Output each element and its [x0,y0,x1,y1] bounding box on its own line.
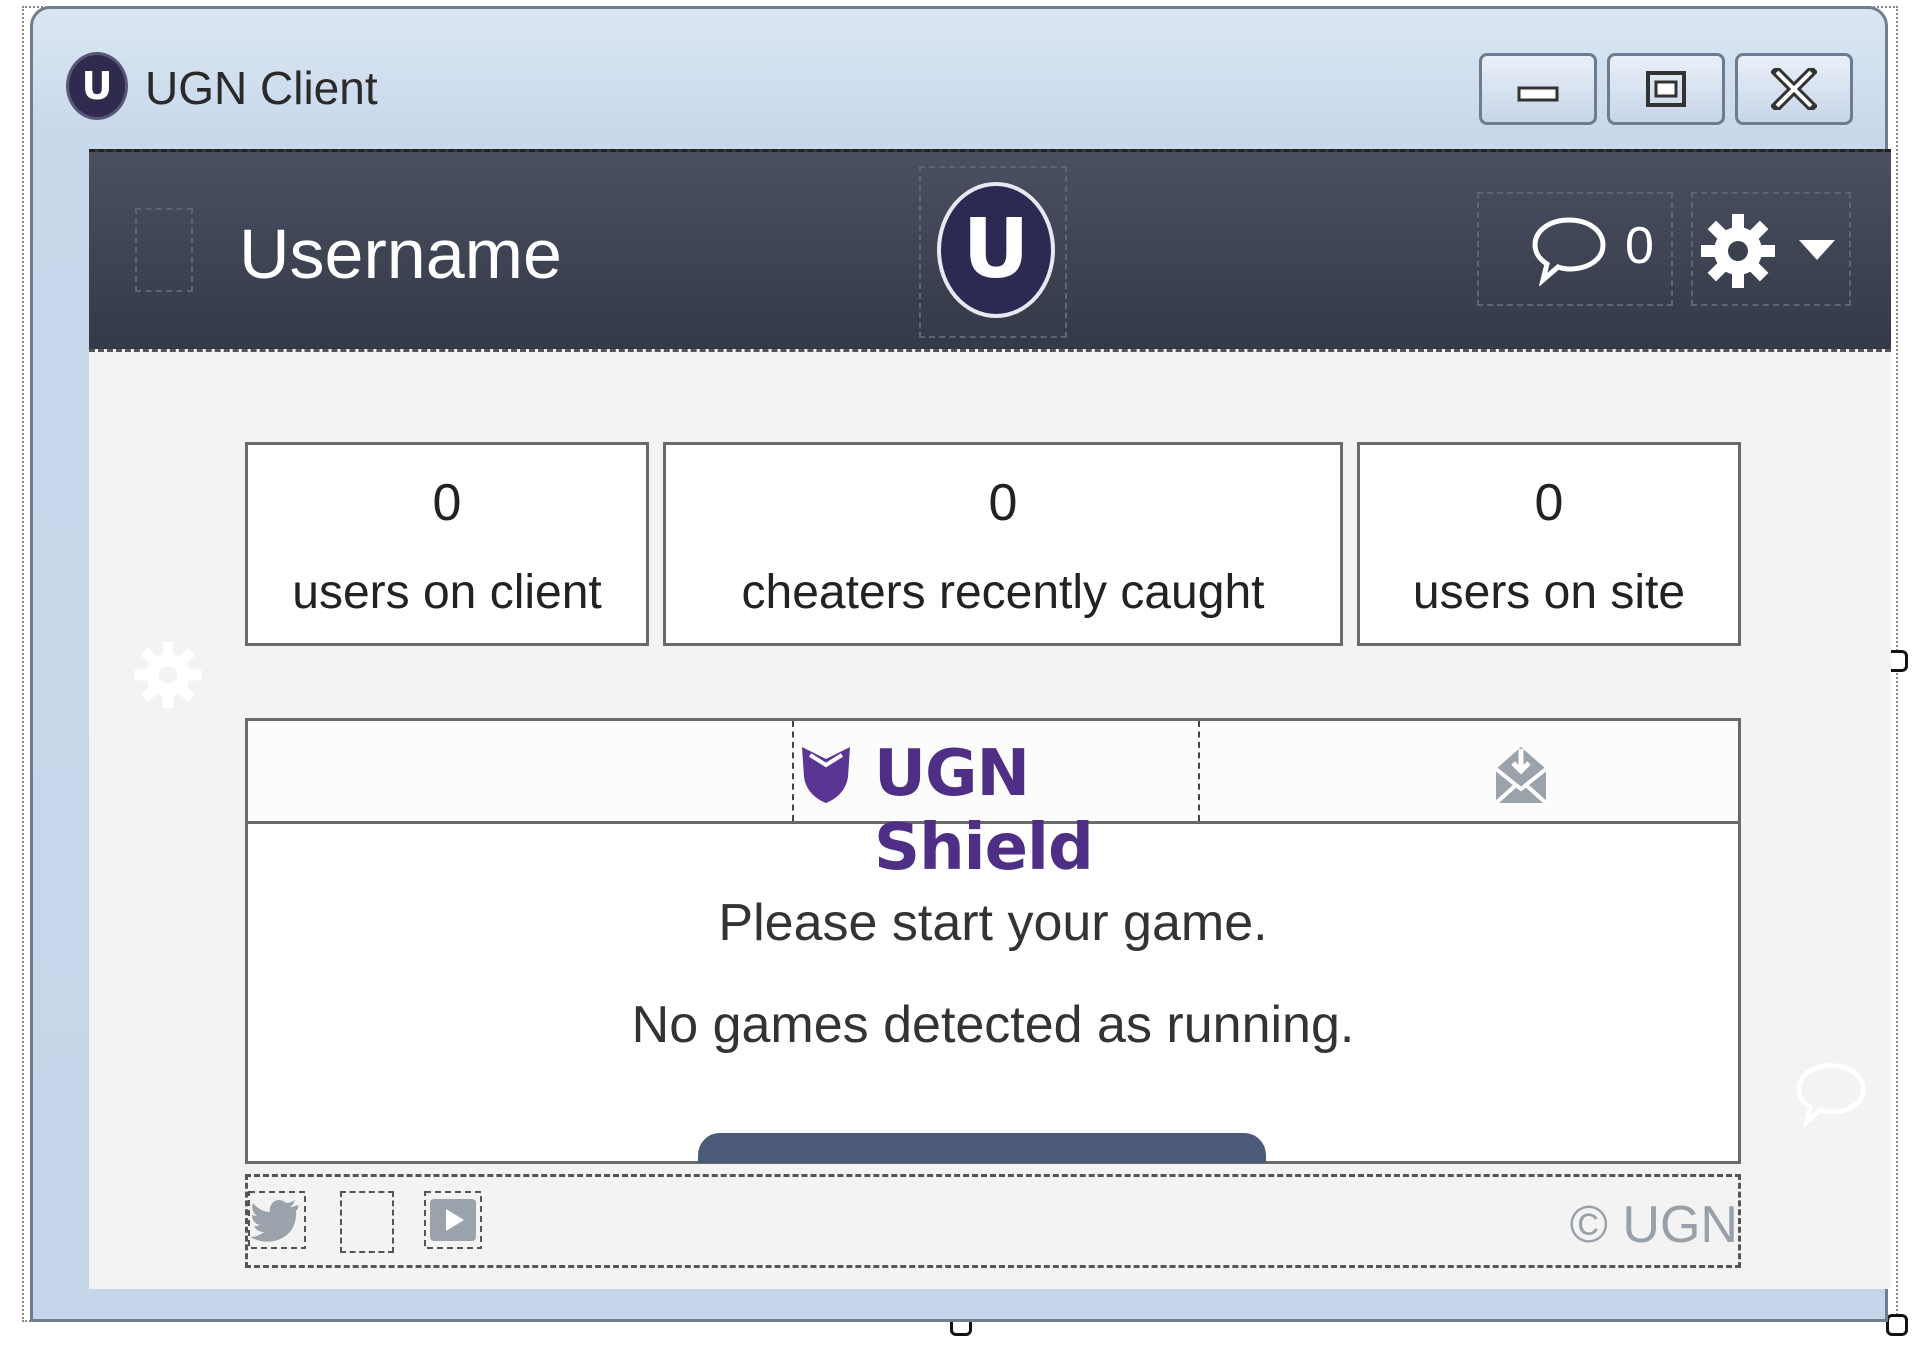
stat-value: 0 [988,474,1018,532]
app-window: U UGN Client Username U 0 0 users on cli… [30,6,1891,1322]
shield-icon [802,747,850,803]
stat-value: 0 [432,474,462,532]
gear-icon [1701,214,1775,288]
stat-label: users on client [292,566,602,619]
shield-panel: UGN Shield Please start your game. No ga… [245,718,1741,1164]
faded-chat-icon [1795,1060,1867,1132]
faded-gear-icon [133,640,203,714]
twitter-icon[interactable] [248,1191,306,1249]
header-bar: Username U 0 [89,149,1891,349]
window-title: UGN Client [145,62,378,114]
shield-tab-bar: UGN Shield [248,721,1738,885]
chat-count: 0 [1625,217,1654,275]
stat-value: 0 [1534,474,1564,532]
stat-label: cheaters recently caught [741,566,1265,619]
avatar-placeholder[interactable] [135,208,193,292]
tab-ugn-shield[interactable]: UGN Shield [792,721,1200,885]
main-content: 0 users on client 0 cheaters recently ca… [89,349,1891,1289]
minimize-button[interactable] [1479,53,1597,125]
stat-users-on-client: 0 users on client [245,442,649,646]
minimize-icon [1517,86,1559,102]
stat-cheaters-caught: 0 cheaters recently caught [663,442,1343,646]
footer-bar: © UGN [245,1174,1741,1268]
restore-button[interactable] [1607,53,1725,125]
status-message-start: Please start your game. [718,894,1268,952]
close-button[interactable] [1735,53,1853,125]
caret-down-icon [1799,240,1835,260]
facebook-icon[interactable] [340,1191,394,1253]
youtube-icon[interactable] [424,1191,482,1249]
resize-handle-corner[interactable] [1886,1314,1908,1336]
stat-users-on-site: 0 users on site [1357,442,1741,646]
stat-label: users on site [1412,566,1686,619]
close-icon [1771,68,1817,110]
settings-menu-button[interactable] [1691,192,1851,306]
shield-title: UGN Shield [874,737,1094,885]
app-logo-icon: U [69,55,125,117]
status-message-no-games: No games detected as running. [631,996,1355,1054]
ugn-logo-icon[interactable]: U [937,182,1055,318]
chat-bubble-icon [1532,217,1606,286]
restore-icon [1646,71,1686,107]
title-bar[interactable]: U UGN Client [33,9,1885,141]
copyright-text: © UGN [1569,1196,1738,1254]
mail-download-icon[interactable] [1492,741,1550,805]
username-label[interactable]: Username [239,214,562,294]
game-action-button[interactable] [698,1133,1266,1163]
